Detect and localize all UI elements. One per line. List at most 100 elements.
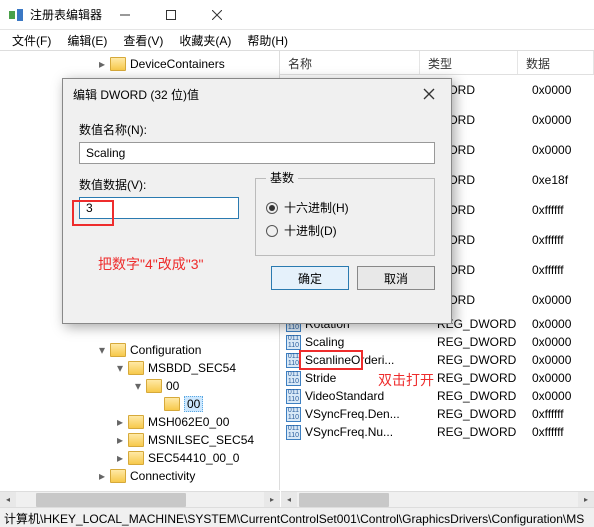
folder-icon	[164, 397, 180, 411]
menu-favorites[interactable]: 收藏夹(A)	[171, 30, 239, 51]
list-row[interactable]: 011110VideoStandardREG_DWORD0x0000	[280, 387, 594, 405]
tree-label: DeviceContainers	[130, 57, 225, 71]
tree-item[interactable]: ▾ 00	[0, 377, 279, 395]
tree-label: SEC54410_00_0	[148, 451, 239, 465]
value-data: 0xffffff	[532, 203, 564, 217]
menu-view[interactable]: 查看(V)	[115, 30, 171, 51]
menu-file[interactable]: 文件(F)	[4, 30, 59, 51]
value-name-input[interactable]	[79, 142, 435, 164]
list-row[interactable]: 011110StrideREG_DWORD0x0000	[280, 369, 594, 387]
menu-edit[interactable]: 编辑(E)	[59, 30, 115, 51]
value-type: REG_DWORD	[437, 407, 532, 421]
chevron-icon[interactable]: ▸	[114, 416, 126, 428]
value-name: ScanlineOrderi...	[305, 353, 437, 367]
tree-item[interactable]: ▸ SEC54410_00_0	[0, 449, 279, 467]
folder-icon	[128, 433, 144, 447]
value-type: REG_DWORD	[437, 353, 532, 367]
value-data: 0x0000	[532, 83, 571, 97]
radio-dec-label: 十进制(D)	[284, 222, 337, 239]
base-legend: 基数	[266, 169, 298, 186]
dialog-close-button[interactable]	[417, 82, 441, 106]
chevron-icon[interactable]: ▸	[114, 452, 126, 464]
tree-item[interactable]: ▸ MSNILSEC_SEC54	[0, 431, 279, 449]
value-name: Stride	[305, 371, 437, 385]
reg-value-icon: 011110	[286, 371, 301, 386]
scroll-right-icon[interactable]: ▸	[578, 492, 594, 508]
header-name[interactable]: 名称	[280, 51, 420, 74]
chevron-icon[interactable]	[150, 398, 162, 410]
tree-item[interactable]: ▸ Connectivity	[0, 467, 279, 485]
list-row[interactable]: 011110ScalingREG_DWORD0x0000	[280, 333, 594, 351]
value-data: 0xffffff	[532, 407, 564, 421]
folder-icon	[110, 343, 126, 357]
scroll-left-icon[interactable]: ◂	[281, 492, 297, 508]
folder-icon	[128, 415, 144, 429]
value-type: REG_DWORD	[437, 425, 532, 439]
folder-icon	[110, 469, 126, 483]
close-button[interactable]	[194, 0, 240, 30]
value-data: 0x0000	[532, 143, 571, 157]
chevron-icon[interactable]: ▸	[96, 470, 108, 482]
edit-dword-dialog: 编辑 DWORD (32 位)值 数值名称(N): 数值数据(V): 基数 十六…	[62, 78, 452, 324]
value-data: 0xffffff	[532, 233, 564, 247]
tree-label: MSH062E0_00	[148, 415, 229, 429]
value-data: 0x0000	[532, 317, 571, 331]
tree-item[interactable]: ▸ DeviceContainers	[0, 55, 279, 73]
list-row[interactable]: 011110 VSyncFreq.Nu...REG_DWORD0xffffff	[280, 423, 594, 441]
menubar: 文件(F) 编辑(E) 查看(V) 收藏夹(A) 帮助(H)	[0, 30, 594, 50]
tree-label: MSNILSEC_SEC54	[148, 433, 254, 447]
chevron-icon[interactable]: ▾	[132, 380, 144, 392]
value-data: 0xe18f	[532, 173, 568, 187]
reg-value-icon: 011110	[286, 389, 301, 404]
folder-icon	[128, 451, 144, 465]
dialog-title: 编辑 DWORD (32 位)值	[73, 86, 417, 103]
value-data: 0xffffff	[532, 263, 564, 277]
reg-value-icon: 011110	[286, 425, 301, 440]
value-type: REG_DWORD	[437, 389, 532, 403]
tree-item[interactable]: ▸ MSH062E0_00	[0, 413, 279, 431]
radio-hex[interactable]: 十六进制(H)	[266, 199, 424, 216]
value-name: VSyncFreq.Nu...	[305, 425, 437, 439]
radio-hex-label: 十六进制(H)	[284, 199, 349, 216]
name-label: 数值名称(N):	[79, 121, 435, 138]
tree-label: 00	[166, 379, 179, 393]
value-data: 0xffffff	[532, 425, 564, 439]
value-data: 0x0000	[532, 335, 571, 349]
app-icon	[8, 7, 24, 23]
minimize-button[interactable]	[102, 0, 148, 30]
folder-icon	[146, 379, 162, 393]
radio-dec[interactable]: 十进制(D)	[266, 222, 424, 239]
value-data-input[interactable]	[79, 197, 239, 219]
tree-hscrollbar[interactable]: ◂ ▸	[0, 491, 280, 507]
tree-item[interactable]: ▾ Configuration	[0, 341, 279, 359]
radio-icon	[266, 202, 278, 214]
value-data: 0x0000	[532, 389, 571, 403]
tree-label: MSBDD_SEC54	[148, 361, 236, 375]
ok-button[interactable]: 确定	[271, 266, 349, 290]
reg-value-icon: 011110	[286, 353, 301, 368]
menu-help[interactable]: 帮助(H)	[239, 30, 296, 51]
list-hscrollbar[interactable]: ◂ ▸	[281, 491, 594, 507]
chevron-right-icon[interactable]: ▸	[96, 58, 108, 70]
cancel-button[interactable]: 取消	[357, 266, 435, 290]
header-data[interactable]: 数据	[518, 51, 594, 74]
tree-item[interactable]: ▾ MSBDD_SEC54	[0, 359, 279, 377]
maximize-button[interactable]	[148, 0, 194, 30]
window-titlebar: 注册表编辑器	[0, 0, 594, 30]
chevron-icon[interactable]: ▾	[96, 344, 108, 356]
tree-label: Connectivity	[130, 469, 195, 483]
chevron-icon[interactable]: ▾	[114, 362, 126, 374]
tree-label: Configuration	[130, 343, 201, 357]
scroll-right-icon[interactable]: ▸	[264, 492, 280, 508]
value-type: REG_DWORD	[437, 335, 532, 349]
list-row[interactable]: 011110VSyncFreq.Den...REG_DWORD0xffffff	[280, 405, 594, 423]
list-row[interactable]: 011110ScanlineOrderi...REG_DWORD0x0000	[280, 351, 594, 369]
header-type[interactable]: 类型	[420, 51, 518, 74]
tree-item[interactable]: 00	[0, 395, 279, 413]
radio-icon	[266, 225, 278, 237]
chevron-icon[interactable]: ▸	[114, 434, 126, 446]
reg-value-icon: 011110	[286, 335, 301, 350]
value-data: 0x0000	[532, 113, 571, 127]
scroll-left-icon[interactable]: ◂	[0, 492, 16, 508]
folder-icon	[110, 57, 126, 71]
